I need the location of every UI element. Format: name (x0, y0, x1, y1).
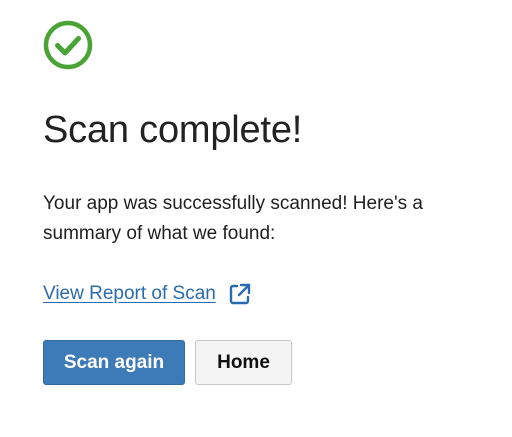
page-title: Scan complete! (43, 109, 303, 151)
view-report-link[interactable]: View Report of Scan (43, 281, 216, 307)
scan-again-button[interactable]: Scan again (43, 340, 185, 385)
check-circle-icon (43, 20, 93, 70)
report-link-row: View Report of Scan (43, 281, 483, 307)
action-buttons: Scan again Home (43, 340, 483, 385)
home-button[interactable]: Home (195, 340, 292, 385)
scan-complete-panel: Scan complete! Your app was successfully… (43, 20, 483, 385)
scan-summary-text: Your app was successfully scanned! Here'… (43, 193, 423, 244)
external-link-icon[interactable] (228, 282, 252, 306)
